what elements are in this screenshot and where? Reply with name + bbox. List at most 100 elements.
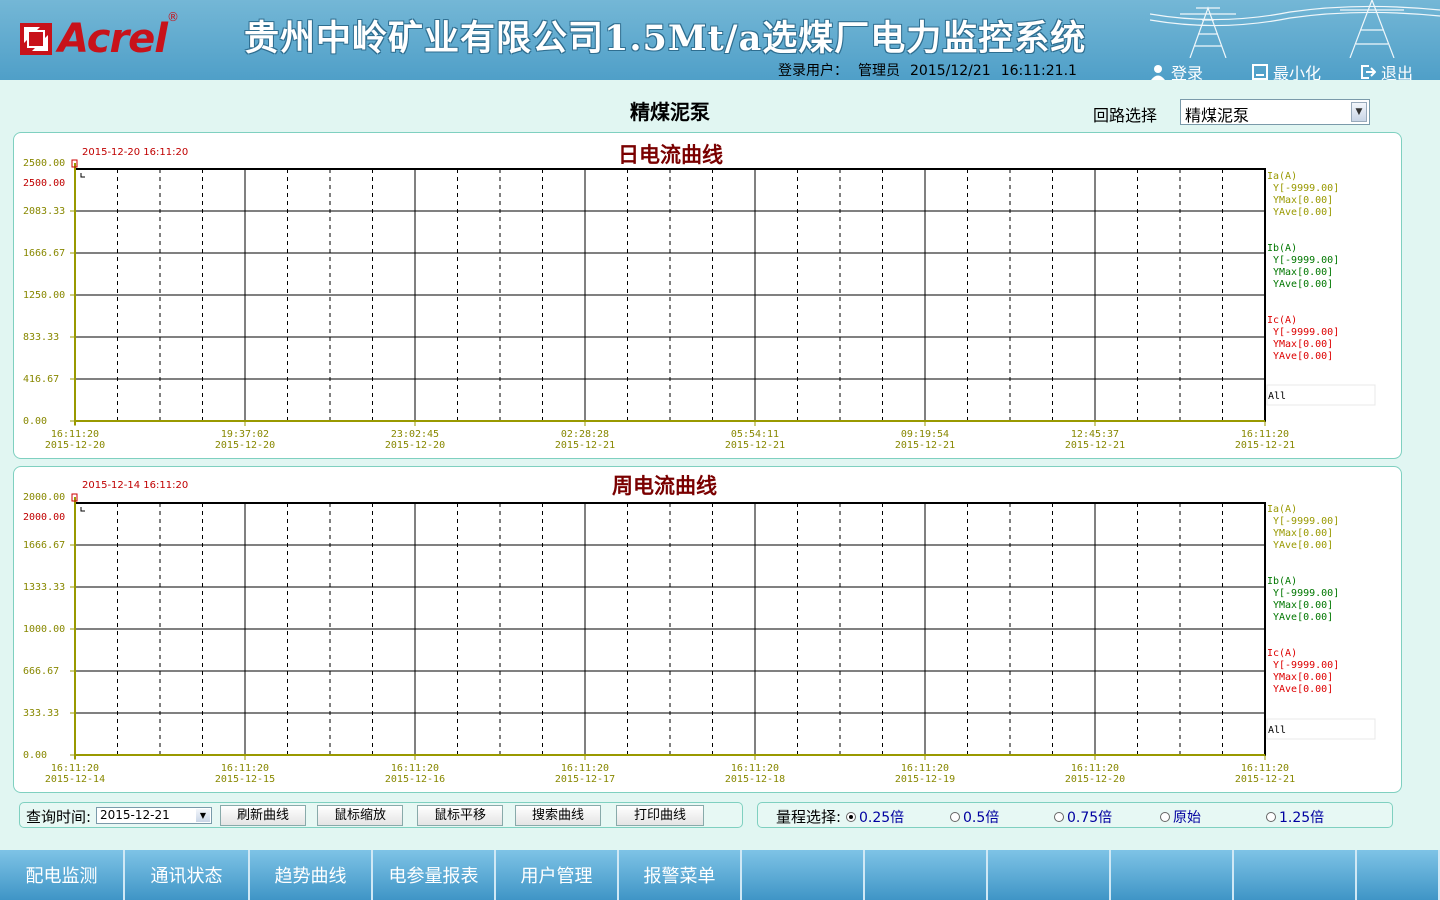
acrel-logo: Acrel ® [20,10,179,64]
legend-ymax-value: YMax[0.00] [1273,339,1333,350]
exit-icon [1361,65,1376,79]
exit-button[interactable]: 退出 [1360,60,1413,80]
legend-y-value: Y[-9999.00] [1273,255,1339,266]
legend-entry: Ia(A)Y[-9999.00]YMax[0.00]YAve[0.00] [1267,504,1339,551]
legend-ymax-value: YMax[0.00] [1273,600,1333,611]
chevron-down-icon[interactable]: ▼ [1351,102,1367,122]
y-tick-label: 2083.33 [23,206,65,217]
chevron-down-icon[interactable]: ▼ [196,809,210,822]
range-select-label: 量程选择: [776,808,842,826]
system-title: 贵州中岭矿业有限公司1.5Mt/a选煤厂电力监控系统 [244,18,1087,59]
legend-yave-value: YAve[0.00] [1273,207,1333,218]
legend-ymax-value: YMax[0.00] [1273,672,1333,683]
nav-item-empty [742,850,865,900]
legend-series-name: Ic(A) [1267,648,1297,659]
x-tick-date-label: 2015-12-21 [555,440,615,451]
print-curve-button[interactable]: 打印曲线 [616,805,704,826]
legend-yave-value: YAve[0.00] [1273,684,1333,695]
legend-yave-value: YAve[0.00] [1273,612,1333,623]
circuit-select[interactable]: 精煤泥泵 ▼ [1180,99,1370,125]
daily-current-chart: 2015-12-20 16:11:20 日电流曲线 2500.00 2500.00… [13,132,1402,459]
search-curve-button[interactable]: 搜索曲线 [515,805,601,826]
x-tick-date-label: 2015-12-14 [45,774,105,785]
login-button[interactable]: 登录 [1150,60,1203,80]
radio-selected-icon [846,812,856,822]
legend-y-value: Y[-9999.00] [1273,327,1339,338]
nav-item[interactable]: 电参量报表 [373,850,496,900]
x-tick-time-label: 16:11:20 [221,763,269,774]
logo-text: Acrel [58,16,168,62]
minimize-button[interactable]: 最小化 [1252,60,1321,80]
x-tick-time-label: 19:37:02 [221,429,269,440]
range-option-1-25[interactable]: 1.25倍 [1266,807,1324,827]
y-tick-label: 0.00 [23,750,47,761]
x-tick-time-label: 16:11:20 [1241,763,1289,774]
legend-series-name: Ia(A) [1267,504,1297,515]
x-tick-date-label: 2015-12-21 [725,440,785,451]
nav-item-empty [1234,850,1357,900]
chart-plot[interactable]: 2000.00 2000.00 1666.67 1333.33 1000.00 666.6… [14,467,1401,792]
exit-label: 退出 [1381,64,1414,80]
x-tick-date-label: 2015-12-21 [1235,774,1295,785]
legend-yave-value: YAve[0.00] [1273,279,1333,290]
y-tick-label: 1333.33 [23,582,65,593]
legend-y-value: Y[-9999.00] [1273,516,1339,527]
header: Acrel ® 贵州中岭矿业有限公司1.5Mt/a选煤厂电力监控系统 登录用户：… [0,0,1440,80]
y-tick-label: 333.33 [23,708,59,719]
range-option-0-25[interactable]: 0.25倍 [846,807,904,827]
x-tick-time-label: 16:11:20 [901,763,949,774]
y-max-value-label: 2500.00 [23,178,65,189]
legend-entry: Ic(A)Y[-9999.00]YMax[0.00]YAve[0.00] [1267,315,1339,362]
legend-series-name: Ib(A) [1267,243,1297,254]
x-tick-date-label: 2015-12-20 [215,440,275,451]
chart-plot[interactable]: 2500.00 2500.00 2083.33 1666.67 1250.00 833.3… [14,133,1401,458]
user-name: 管理员 [858,63,900,79]
legend-series-name: Ia(A) [1267,171,1297,182]
legend-all-label: All [1268,391,1286,402]
acrel-logo-mark-icon [20,23,52,55]
nav-item[interactable]: 报警菜单 [619,850,742,900]
nav-item[interactable]: 用户管理 [496,850,619,900]
y-tick-label: 416.67 [23,374,59,385]
legend-y-value: Y[-9999.00] [1273,660,1339,671]
nav-item[interactable]: 配电监测 [0,850,125,900]
legend-entry: Ib(A)Y[-9999.00]YMax[0.00]YAve[0.00] [1267,243,1339,290]
query-controls: 查询时间: 2015-12-21 ▼ 刷新曲线 鼠标缩放 鼠标平移 搜索曲线 打… [19,802,743,828]
user-label: 登录用户： [778,63,848,79]
x-tick-date-label: 2015-12-21 [895,440,955,451]
mouse-pan-button[interactable]: 鼠标平移 [417,805,503,826]
x-tick-date-label: 2015-12-20 [45,440,105,451]
refresh-curve-button[interactable]: 刷新曲线 [220,805,306,826]
x-tick-date-label: 2015-12-15 [215,774,275,785]
radio-icon [1160,812,1170,822]
y-tick-label: 833.33 [23,332,59,343]
range-option-original[interactable]: 原始 [1160,807,1201,827]
legend-series-name: Ib(A) [1267,576,1297,587]
login-label: 登录 [1171,64,1204,80]
nav-item-empty [1111,850,1234,900]
mouse-zoom-button[interactable]: 鼠标缩放 [317,805,403,826]
x-tick-time-label: 09:19:54 [901,429,949,440]
nav-item-empty [1357,850,1440,900]
y-tick-label: 1666.67 [23,540,65,551]
weekly-current-chart: 2015-12-14 16:11:20 周电流曲线 2000.00 2000.00… [13,466,1402,793]
circuit-select-label: 回路选择 [1093,106,1158,125]
range-option-0-5[interactable]: 0.5倍 [950,807,999,827]
power-tower-icon [1150,0,1440,58]
query-date-value: 2015-12-21 [100,808,170,822]
query-date-select[interactable]: 2015-12-21 ▼ [96,807,212,824]
y-tick-label: 1250.00 [23,290,65,301]
x-tick-time-label: 16:11:20 [1071,763,1119,774]
x-tick-time-label: 16:11:20 [391,763,439,774]
nav-item[interactable]: 通讯状态 [125,850,250,900]
x-tick-time-label: 16:11:20 [731,763,779,774]
legend-y-value: Y[-9999.00] [1273,183,1339,194]
y-tick-label: 0.00 [23,416,47,427]
y-tick-label: 666.67 [23,666,59,677]
range-option-0-75[interactable]: 0.75倍 [1054,807,1112,827]
nav-item[interactable]: 趋势曲线 [250,850,373,900]
x-tick-time-label: 16:11:20 [51,429,99,440]
legend-entry: Ia(A)Y[-9999.00]YMax[0.00]YAve[0.00] [1267,171,1339,218]
legend-entry: Ic(A)Y[-9999.00]YMax[0.00]YAve[0.00] [1267,648,1339,695]
query-time-label: 查询时间: [26,808,92,826]
